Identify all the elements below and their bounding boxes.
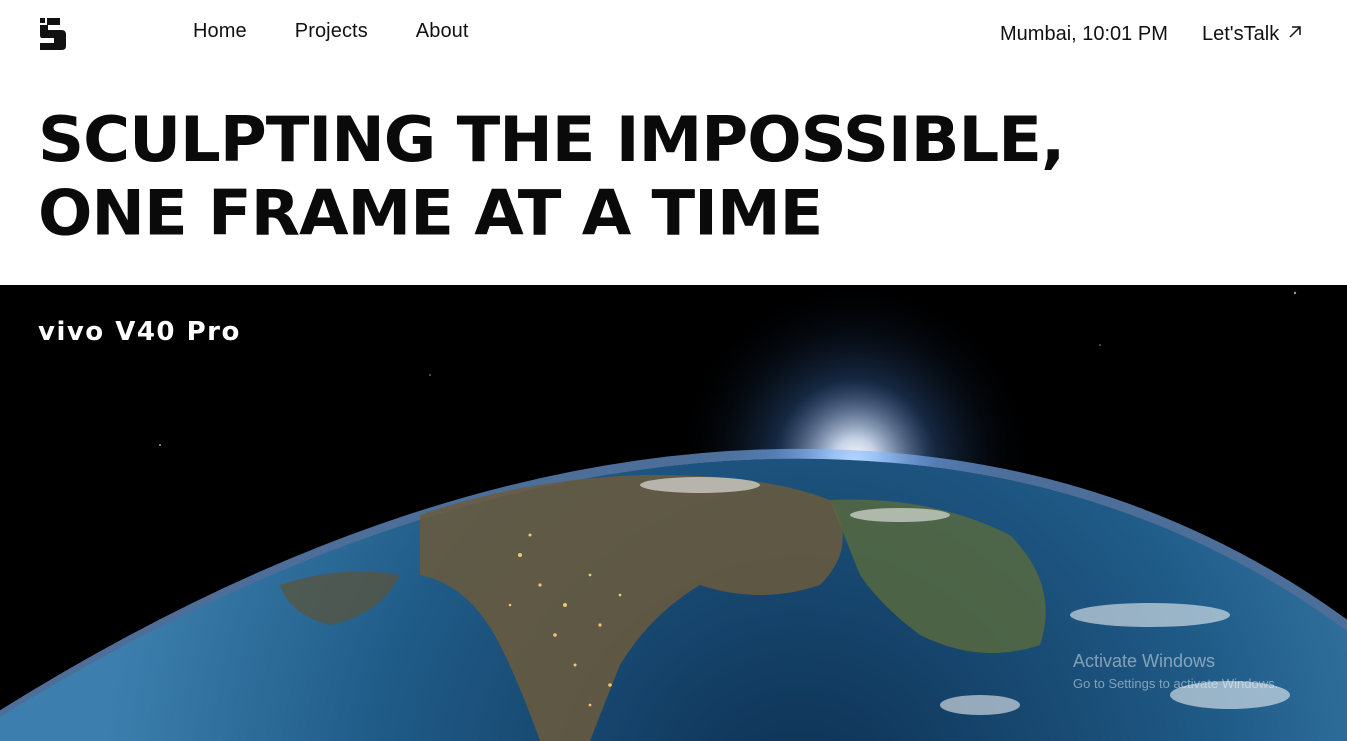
hero-headline-line-1: SCULPTING THE IMPOSSIBLE, [38,104,1065,177]
s-logo-icon[interactable] [38,16,68,52]
watermark-subtitle: Go to Settings to activate Windows. [1073,676,1279,691]
video-caption: vivo V40 Pro [38,317,241,347]
showreel-video[interactable]: vivo V40 Pro Activate Windows Go to Sett… [0,285,1347,741]
nav-projects-link[interactable]: Projects [295,20,368,43]
lets-talk-label: Let'sTalk [1202,23,1280,45]
arrow-up-right-icon [1287,23,1303,46]
watermark-title: Activate Windows [1073,651,1216,671]
nav-about-link[interactable]: About [416,20,469,43]
location-clock: Mumbai, 10:01 PM [1000,23,1168,45]
lets-talk-button[interactable]: Let'sTalk [1202,23,1303,46]
hero-headline: SCULPTING THE IMPOSSIBLE, ONE FRAME AT A… [38,104,1065,251]
windows-activation-watermark: Activate Windows Go to Settings to activ… [1073,651,1278,691]
hero-headline-line-2: ONE FRAME AT A TIME [38,177,823,251]
main-nav: Home Projects About [193,20,517,43]
site-header: Home Projects About Mumbai, 10:01 PM Let… [0,0,1347,70]
nav-home-link[interactable]: Home [193,20,247,43]
